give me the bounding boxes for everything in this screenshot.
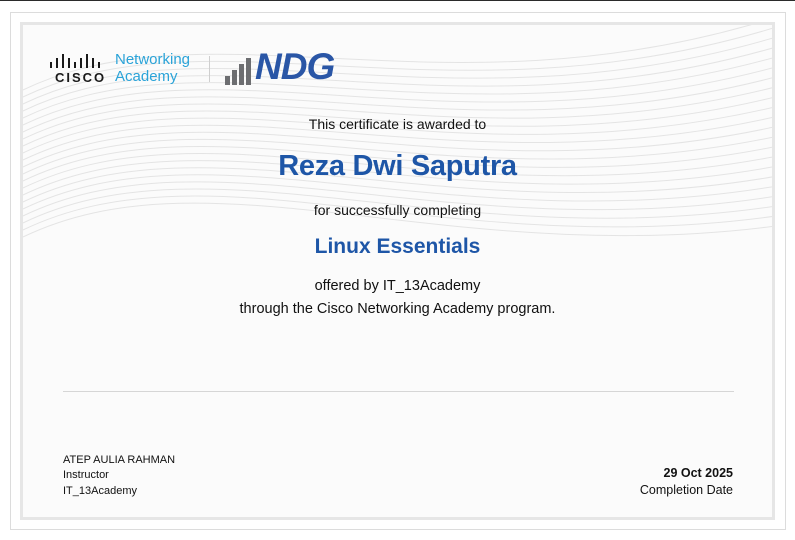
instructor-role: Instructor [63, 469, 109, 481]
logo-divider [209, 56, 210, 82]
certificate-inner-frame [20, 22, 775, 520]
awarded-text: This certificate is awarded to [308, 116, 487, 132]
offered-by-text: offered by IT_13Academy [314, 278, 481, 294]
instructor-name: ATEP AULIA RAHMAN [63, 454, 176, 466]
completion-date: 29 Oct 2025 [663, 466, 734, 480]
program-text: through the Cisco Networking Academy pro… [239, 301, 556, 317]
ndg-logo-text: NDG [255, 46, 335, 87]
instructor-academy: IT_13Academy [63, 485, 137, 497]
cisco-logo-text: CISCO [55, 70, 107, 85]
networking-academy-line2: Academy [115, 68, 178, 85]
completing-text: for successfully completing [313, 202, 482, 218]
ndg-bars-icon [225, 58, 251, 85]
course-title: Linux Essentials [314, 235, 481, 258]
signature-divider [63, 391, 734, 392]
networking-academy-line1: Networking [115, 51, 191, 68]
background-wave-pattern [23, 25, 772, 238]
recipient-name: Reza Dwi Saputra [278, 150, 517, 182]
top-border-line [0, 0, 795, 1]
completion-date-label: Completion Date [639, 483, 733, 497]
cisco-bars-icon [50, 54, 100, 68]
